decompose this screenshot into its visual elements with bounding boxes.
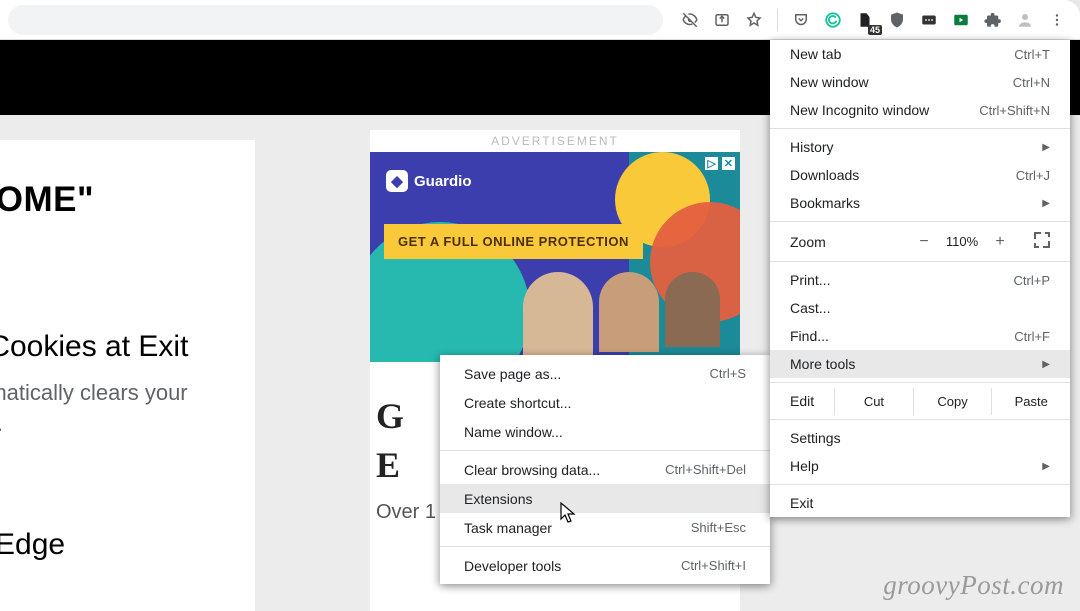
edit-paste-button[interactable]: Paste xyxy=(991,388,1070,415)
menu-cast[interactable]: Cast... xyxy=(770,294,1070,322)
browser-toolbar: 45 xyxy=(0,0,1080,40)
zoom-in-button[interactable]: + xyxy=(984,233,1016,251)
badge-count: 45 xyxy=(868,25,882,35)
chevron-right-icon: ▶ xyxy=(1042,461,1050,472)
separator xyxy=(777,9,778,31)
menu-zoom-row: Zoom − 110% + xyxy=(770,226,1070,257)
chevron-right-icon: ▶ xyxy=(1042,142,1050,153)
menu-find[interactable]: Find...Ctrl+F xyxy=(770,322,1070,350)
menu-more-tools[interactable]: More tools▶ xyxy=(770,350,1070,378)
submenu-extensions[interactable]: Extensions xyxy=(440,484,770,513)
menu-bookmarks[interactable]: Bookmarks▶ xyxy=(770,189,1070,217)
zoom-value: 110% xyxy=(940,234,984,249)
star-icon[interactable] xyxy=(739,5,769,35)
chrome-main-menu: New tabCtrl+T New windowCtrl+N New Incog… xyxy=(770,40,1070,517)
ad-cta-button[interactable]: GET A FULL ONLINE PROTECTION xyxy=(384,224,643,259)
ad-play-icon[interactable]: ▷ xyxy=(704,156,718,171)
zoom-out-button[interactable]: − xyxy=(908,233,940,251)
submenu-task-manager[interactable]: Task managerShift+Esc xyxy=(440,513,770,542)
menu-new-incognito[interactable]: New Incognito windowCtrl+Shift+N xyxy=(770,96,1070,124)
chevron-right-icon: ▶ xyxy=(1042,198,1050,209)
lastpass-extension-icon[interactable] xyxy=(914,5,944,35)
menu-history[interactable]: History▶ xyxy=(770,133,1070,161)
ad-banner[interactable]: ▷✕ ◆Guardio GET A FULL ONLINE PROTECTION xyxy=(370,152,740,362)
fullscreen-button[interactable] xyxy=(1034,232,1050,251)
submenu-name-window[interactable]: Name window... xyxy=(440,417,770,446)
submenu-dev-tools[interactable]: Developer toolsCtrl+Shift+I xyxy=(440,551,770,580)
watermark: groovyPost.com xyxy=(883,570,1064,601)
submenu-clear-data[interactable]: Clear browsing data...Ctrl+Shift+Del xyxy=(440,455,770,484)
menu-new-tab[interactable]: New tabCtrl+T xyxy=(770,40,1070,68)
left-column: ROME" r Cookies at Exit tomatically clea… xyxy=(0,140,255,611)
article-heading-2: ft Edge xyxy=(0,528,255,562)
menu-new-window[interactable]: New windowCtrl+N xyxy=(770,68,1070,96)
menu-downloads[interactable]: DownloadsCtrl+J xyxy=(770,161,1070,189)
edit-cut-button[interactable]: Cut xyxy=(834,388,913,415)
more-tools-submenu: Save page as...Ctrl+S Create shortcut...… xyxy=(440,355,770,584)
submenu-create-shortcut[interactable]: Create shortcut... xyxy=(440,388,770,417)
shield-icon: ◆ xyxy=(386,170,408,192)
chevron-right-icon: ▶ xyxy=(1042,359,1050,370)
menu-help[interactable]: Help▶ xyxy=(770,452,1070,480)
ublock-extension-icon[interactable] xyxy=(882,5,912,35)
edit-copy-button[interactable]: Copy xyxy=(913,388,992,415)
article-heading: r Cookies at Exit xyxy=(0,330,255,364)
menu-exit[interactable]: Exit xyxy=(770,489,1070,517)
menu-print[interactable]: Print...Ctrl+P xyxy=(770,266,1070,294)
ad-close-icon[interactable]: ✕ xyxy=(721,156,736,171)
menu-settings[interactable]: Settings xyxy=(770,424,1070,452)
share-icon[interactable] xyxy=(707,5,737,35)
grammarly-extension-icon[interactable] xyxy=(818,5,848,35)
ad-brand: ◆Guardio xyxy=(370,152,740,210)
page-title-fragment: ROME" xyxy=(0,180,255,220)
omnibox[interactable] xyxy=(8,5,663,35)
kebab-menu-icon[interactable] xyxy=(1042,5,1072,35)
mouse-cursor-icon xyxy=(560,502,578,524)
article-sub: tomatically clears your w... xyxy=(0,378,255,440)
ad-label: ADVERTISEMENT xyxy=(370,130,740,152)
menu-edit-row: Edit Cut Copy Paste xyxy=(770,387,1070,415)
green-extension-icon[interactable] xyxy=(946,5,976,35)
pocket-extension-icon[interactable] xyxy=(786,5,816,35)
submenu-save-page[interactable]: Save page as...Ctrl+S xyxy=(440,359,770,388)
profile-avatar-icon[interactable] xyxy=(1010,5,1040,35)
extension-badge-icon[interactable]: 45 xyxy=(850,5,880,35)
eye-off-icon[interactable] xyxy=(675,5,705,35)
extensions-puzzle-icon[interactable] xyxy=(978,5,1008,35)
